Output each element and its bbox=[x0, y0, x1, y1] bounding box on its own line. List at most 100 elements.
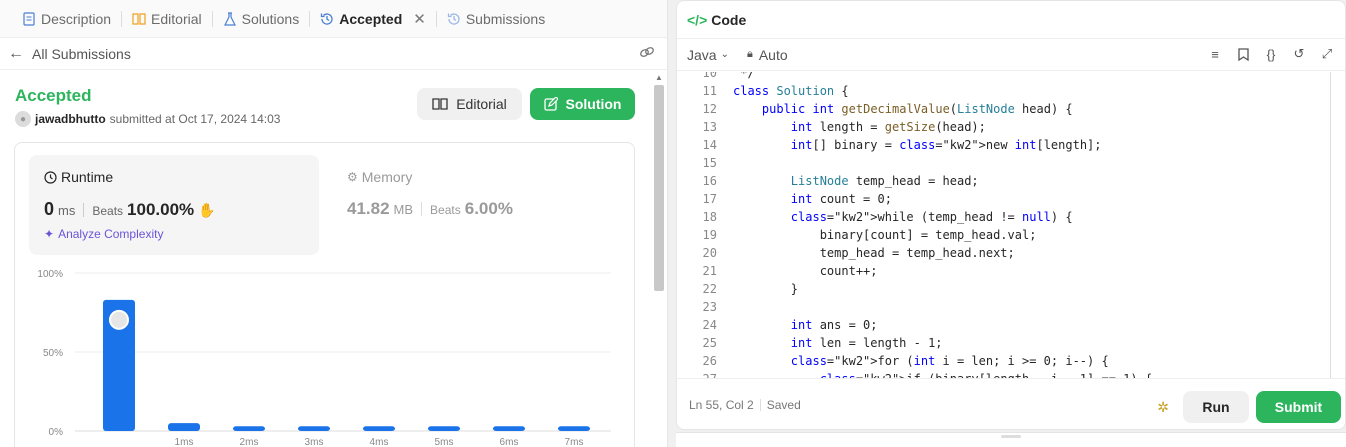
bar bbox=[233, 426, 265, 431]
tab-solutions[interactable]: Solutions bbox=[213, 0, 310, 38]
x-tick-label: 7ms bbox=[565, 437, 584, 447]
memory-unit: MB bbox=[393, 202, 414, 217]
link-icon[interactable] bbox=[639, 45, 655, 62]
code-title: Code bbox=[711, 11, 747, 28]
editor-tool-icons: ≡ {} ↺ ⤢ bbox=[1207, 46, 1335, 62]
line-number: 15 bbox=[702, 156, 717, 170]
memory-value: 41.82 MB Beats 6.00% bbox=[347, 199, 513, 219]
book-icon bbox=[132, 12, 146, 26]
submitted-time: submitted at Oct 17, 2024 14:03 bbox=[109, 112, 281, 126]
bookmark-icon[interactable] bbox=[1235, 46, 1251, 62]
expand-icon[interactable]: ⤢ bbox=[1319, 46, 1335, 62]
runtime-unit: ms bbox=[58, 203, 76, 218]
code-line[interactable]: 15 bbox=[677, 154, 1345, 172]
user-marker-avatar bbox=[109, 309, 129, 330]
username[interactable]: jawadbhutto bbox=[35, 112, 106, 126]
code-editor[interactable]: 10 */ 11 class Solution {12 public int get… bbox=[677, 72, 1345, 378]
code-text: class="kw2">while (temp_head != null) { bbox=[790, 210, 1073, 224]
run-button[interactable]: Run bbox=[1183, 391, 1249, 423]
x-tick-label: 4ms bbox=[370, 437, 389, 447]
line-number: 13 bbox=[702, 120, 717, 134]
code-line[interactable]: 12 public int getDecimalValue(ListNode h… bbox=[677, 100, 1345, 118]
y-tick-label: 100% bbox=[37, 269, 63, 280]
code-line[interactable]: 25 int len = length - 1; bbox=[677, 334, 1345, 352]
tab-accepted[interactable]: Accepted ✕ bbox=[310, 0, 436, 38]
x-tick-label: 3ms bbox=[305, 437, 324, 447]
code-text: ListNode temp_head = head; bbox=[790, 174, 979, 188]
line-number: 24 bbox=[702, 318, 717, 332]
code-line[interactable]: 13 int length = getSize(head); bbox=[677, 118, 1345, 136]
language-select[interactable]: Java ⌄ bbox=[687, 47, 729, 63]
runtime-box[interactable]: Runtime 0 ms Beats 100.00% ✋ ✦ Analyze C… bbox=[29, 155, 319, 255]
runtime-label: Runtime bbox=[44, 169, 113, 185]
avatar: ● bbox=[15, 111, 31, 127]
divider bbox=[759, 398, 761, 411]
code-line[interactable]: 17 int count = 0; bbox=[677, 190, 1345, 208]
y-tick-label: 50% bbox=[43, 348, 63, 359]
braces-icon[interactable]: {} bbox=[1263, 46, 1279, 62]
code-line[interactable]: 18 class="kw2">while (temp_head != null)… bbox=[677, 208, 1345, 226]
tab-description[interactable]: Description bbox=[12, 0, 121, 38]
code-panel: </> Code Java ⌄ 🔒︎ Auto ≡ {} ↺ ⤢ 10 */11… bbox=[676, 0, 1346, 430]
code-line[interactable]: 16 ListNode temp_head = head; bbox=[677, 172, 1345, 190]
code-line[interactable]: 11 class Solution { bbox=[677, 82, 1345, 100]
code-line[interactable]: 19 binary[count] = temp_head.val; bbox=[677, 226, 1345, 244]
code-line[interactable]: 27 class="kw2">if (binary[length - i - 1… bbox=[677, 370, 1345, 378]
code-line[interactable]: 20 temp_head = temp_head.next; bbox=[677, 244, 1345, 262]
format-icon[interactable]: ≡ bbox=[1207, 46, 1223, 62]
code-text: int length = getSize(head); bbox=[790, 120, 986, 134]
close-icon[interactable]: ✕ bbox=[413, 10, 426, 28]
code-line[interactable]: 24 int ans = 0; bbox=[677, 316, 1345, 334]
document-icon bbox=[22, 11, 36, 26]
debug-icon[interactable]: ✲ bbox=[1157, 399, 1169, 416]
line-number: 26 bbox=[702, 354, 717, 368]
sparkle-icon: ✦ bbox=[44, 227, 55, 241]
clap-icon: ✋ bbox=[198, 202, 216, 218]
arrow-left-icon[interactable]: ← bbox=[8, 45, 24, 63]
code-icon: </> bbox=[687, 11, 708, 28]
memory-beats-percent: 6.00% bbox=[464, 199, 513, 218]
code-header: </> Code bbox=[677, 1, 1345, 39]
code-line[interactable]: 26 class="kw2">for (int i = len; i >= 0;… bbox=[677, 352, 1345, 370]
scroll-up-icon[interactable]: ▲ bbox=[655, 73, 663, 82]
tab-editorial[interactable]: Editorial bbox=[122, 0, 212, 38]
scrollbar[interactable]: ▲ bbox=[653, 71, 665, 447]
resize-grip[interactable] bbox=[1001, 435, 1021, 438]
line-number: 19 bbox=[702, 228, 717, 242]
code-text: class="kw2">if (binary[length - i - 1] =… bbox=[733, 370, 1152, 378]
submission-panel: Description Editorial Solutions Accepted… bbox=[0, 0, 668, 447]
line-number: 18 bbox=[702, 210, 717, 224]
tab-bar: Description Editorial Solutions Accepted… bbox=[0, 0, 667, 38]
tab-submissions[interactable]: Submissions bbox=[437, 0, 555, 38]
code-text: binary[count] = temp_head.val; bbox=[733, 228, 1037, 242]
editor-statusbar: Ln 55, Col 2 Saved ✲ Run Submit bbox=[677, 378, 1345, 430]
x-tick-label: 5ms bbox=[435, 437, 454, 447]
submission-status: Accepted bbox=[15, 86, 92, 105]
all-submissions-link[interactable]: All Submissions bbox=[32, 46, 131, 62]
code-line[interactable]: 21 count++; bbox=[677, 262, 1345, 280]
bar bbox=[558, 426, 590, 431]
line-number: 12 bbox=[702, 102, 717, 116]
line-number: 16 bbox=[702, 174, 717, 188]
history-icon bbox=[320, 12, 334, 26]
submit-button[interactable]: Submit bbox=[1256, 391, 1341, 423]
console-panel-handle[interactable] bbox=[676, 432, 1346, 447]
solution-button[interactable]: Solution bbox=[530, 88, 635, 120]
beats-label: Beats bbox=[92, 204, 124, 218]
scrollbar-thumb[interactable] bbox=[654, 85, 664, 291]
x-tick-label: 6ms bbox=[500, 437, 519, 447]
analyze-complexity-link[interactable]: ✦ Analyze Complexity bbox=[44, 227, 163, 241]
bar bbox=[363, 426, 395, 431]
code-line[interactable]: 10 */ bbox=[677, 72, 1345, 82]
reset-icon[interactable]: ↺ bbox=[1291, 46, 1307, 62]
code-line[interactable]: 22 } bbox=[677, 280, 1345, 298]
memory-label[interactable]: ⚙ Memory bbox=[347, 169, 412, 185]
lock-icon: 🔒︎ bbox=[746, 48, 753, 60]
line-number: 22 bbox=[702, 282, 717, 296]
editorial-button[interactable]: Editorial bbox=[417, 88, 522, 120]
code-line[interactable]: 14 int[] binary = class="kw2">new int[le… bbox=[677, 136, 1345, 154]
auto-mode[interactable]: 🔒︎ Auto bbox=[747, 47, 788, 63]
clock-icon bbox=[44, 170, 57, 184]
solution-button-label: Solution bbox=[565, 96, 622, 112]
code-line[interactable]: 23 bbox=[677, 298, 1345, 316]
